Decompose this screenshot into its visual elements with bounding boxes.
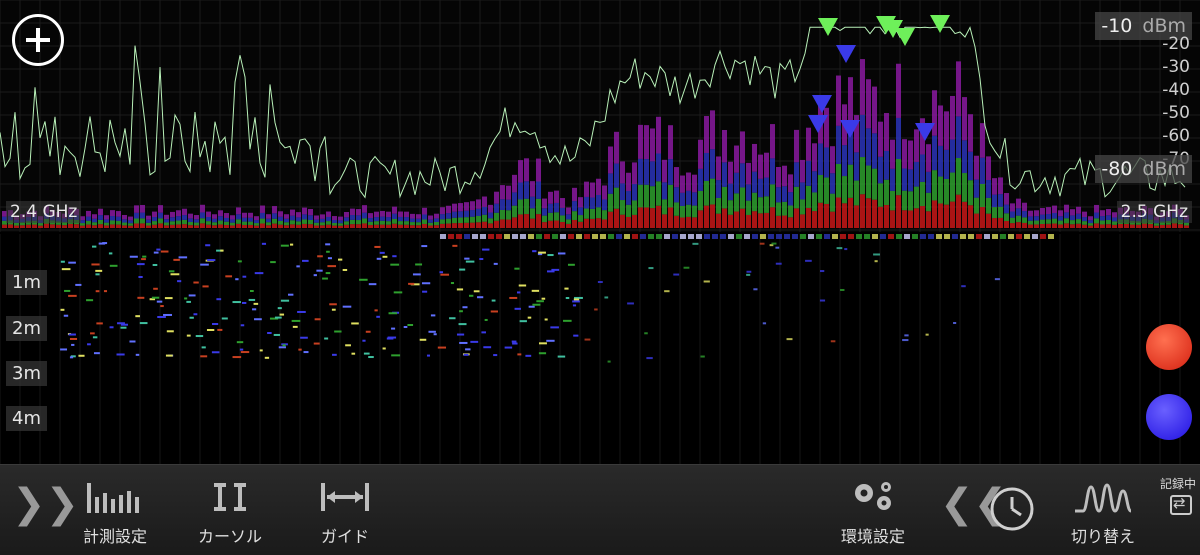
time-label-1m: 1m (6, 270, 47, 295)
bar-chart-icon (87, 483, 139, 513)
bottom-toolbar: ❯❯ 計測設定 カーソル ガイド 環境設定 ❮❮ 切り替え 記録中 ⇄ (0, 464, 1200, 555)
db-scale-30: -30 (1162, 57, 1190, 77)
guide-label: ガイド (320, 527, 369, 546)
guide-button[interactable]: ガイド (300, 465, 390, 555)
time-label-4m: 4m (6, 406, 47, 431)
db-scale-50: -50 (1162, 103, 1190, 123)
switch-view-button[interactable]: 切り替え (1058, 465, 1148, 555)
spectrum-graph (0, 0, 1200, 232)
waterfall-graph (0, 234, 1181, 464)
cursor-label: カーソル (197, 527, 262, 546)
time-label-2m: 2m (6, 316, 47, 341)
measure-settings-label: 計測設定 (82, 527, 147, 546)
spectrum-view[interactable]: -10dBm -20 -30 -40 -50 -60 -70 -80dBm 2.… (0, 0, 1200, 232)
recording-status: 記録中 (1159, 477, 1196, 491)
switch-label: 切り替え (1070, 527, 1135, 546)
double-chevron-right-icon[interactable]: ❯❯ (12, 481, 79, 527)
blue-cursor-handle[interactable] (1146, 394, 1192, 440)
freq-start-label: 2.4 GHz (6, 201, 82, 223)
db-scale-20: -20 (1162, 34, 1190, 54)
recording-toggle-icon[interactable] (1170, 494, 1192, 515)
db-scale-60: -60 (1162, 126, 1190, 146)
cursor-bars-icon (214, 483, 246, 511)
db-bottom-readout: -80 dBm (1095, 155, 1192, 183)
waterfall-view[interactable]: 1m 2m 3m 4m (0, 234, 1200, 464)
add-marker-button[interactable] (12, 14, 64, 66)
db-scale-40: -40 (1162, 80, 1190, 100)
freq-end-label: 2.5 GHz (1116, 201, 1192, 223)
width-guide-icon (321, 483, 369, 511)
gears-icon (855, 482, 891, 510)
env-settings-label: 環境設定 (840, 527, 905, 546)
time-label-3m: 3m (6, 361, 47, 386)
clock-icon (990, 487, 1034, 531)
measure-settings-button[interactable]: 計測設定 (70, 465, 160, 555)
waveform-icon (1075, 483, 1132, 513)
red-cursor-handle[interactable] (1146, 324, 1192, 370)
cursor-button[interactable]: カーソル (185, 465, 275, 555)
env-settings-button[interactable]: 環境設定 (828, 465, 918, 555)
history-button[interactable] (982, 465, 1042, 555)
